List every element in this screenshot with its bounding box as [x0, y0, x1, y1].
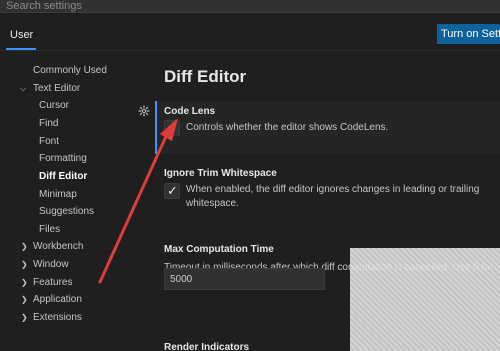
- code-lens-checkbox[interactable]: [164, 120, 180, 136]
- toc-item-text-editor[interactable]: Text Editor: [33, 83, 80, 94]
- toc-item-application[interactable]: Application: [33, 294, 82, 305]
- toc-item-minimap[interactable]: Minimap: [39, 189, 77, 200]
- chevron-right-icon[interactable]: ❯: [21, 260, 28, 269]
- search-input[interactable]: [6, 0, 426, 12]
- setting-title-render-indicators: Render Indicators: [164, 342, 250, 351]
- setting-desc-code-lens: Controls whether the editor shows CodeLe…: [186, 122, 389, 133]
- toc-item-commonly-used[interactable]: Commonly Used: [33, 65, 107, 76]
- chevron-right-icon[interactable]: ❯: [21, 295, 28, 304]
- toc-item-cursor[interactable]: Cursor: [39, 100, 69, 111]
- gear-icon[interactable]: [138, 105, 150, 117]
- active-tab-indicator: [6, 48, 36, 50]
- chevron-right-icon[interactable]: ❯: [21, 278, 28, 287]
- toc-item-find[interactable]: Find: [39, 118, 58, 129]
- chevron-right-icon[interactable]: ❯: [21, 313, 28, 322]
- search-bar: [0, 0, 500, 13]
- settings-scope-tabs: User Turn on Settings Sync: [0, 14, 500, 51]
- toc-item-features[interactable]: Features: [33, 277, 72, 288]
- setting-desc-ignore-trim-whitespace: When enabled, the diff editor ignores ch…: [186, 184, 480, 209]
- toc-item-diff-editor[interactable]: Diff Editor: [39, 171, 87, 182]
- chevron-right-icon[interactable]: ❯: [21, 242, 28, 251]
- section-title: Diff Editor: [164, 67, 247, 86]
- toc-item-window[interactable]: Window: [33, 259, 69, 270]
- toc-item-extensions[interactable]: Extensions: [33, 312, 82, 323]
- check-icon: ✓: [167, 183, 178, 198]
- turn-on-settings-sync-button[interactable]: Turn on Settings Sync: [437, 24, 500, 44]
- ignore-trim-whitespace-checkbox[interactable]: ✓: [164, 183, 180, 199]
- watermark-overlay: [350, 248, 500, 351]
- settings-toc: Commonly Used ⌵ Text Editor Cursor Find …: [0, 52, 150, 351]
- chevron-down-icon[interactable]: ⌵: [20, 84, 26, 94]
- tab-user[interactable]: User: [10, 29, 33, 41]
- max-computation-time-input[interactable]: [164, 268, 325, 290]
- toc-item-font[interactable]: Font: [39, 136, 59, 147]
- toc-item-files[interactable]: Files: [39, 224, 60, 235]
- toc-item-suggestions[interactable]: Suggestions: [39, 206, 94, 217]
- toc-item-formatting[interactable]: Formatting: [39, 153, 87, 164]
- toc-item-workbench[interactable]: Workbench: [33, 241, 83, 252]
- setting-title-code-lens: Code Lens: [164, 106, 216, 117]
- setting-title-ignore-trim-whitespace: Ignore Trim Whitespace: [164, 168, 277, 179]
- setting-title-max-computation-time: Max Computation Time: [164, 244, 274, 255]
